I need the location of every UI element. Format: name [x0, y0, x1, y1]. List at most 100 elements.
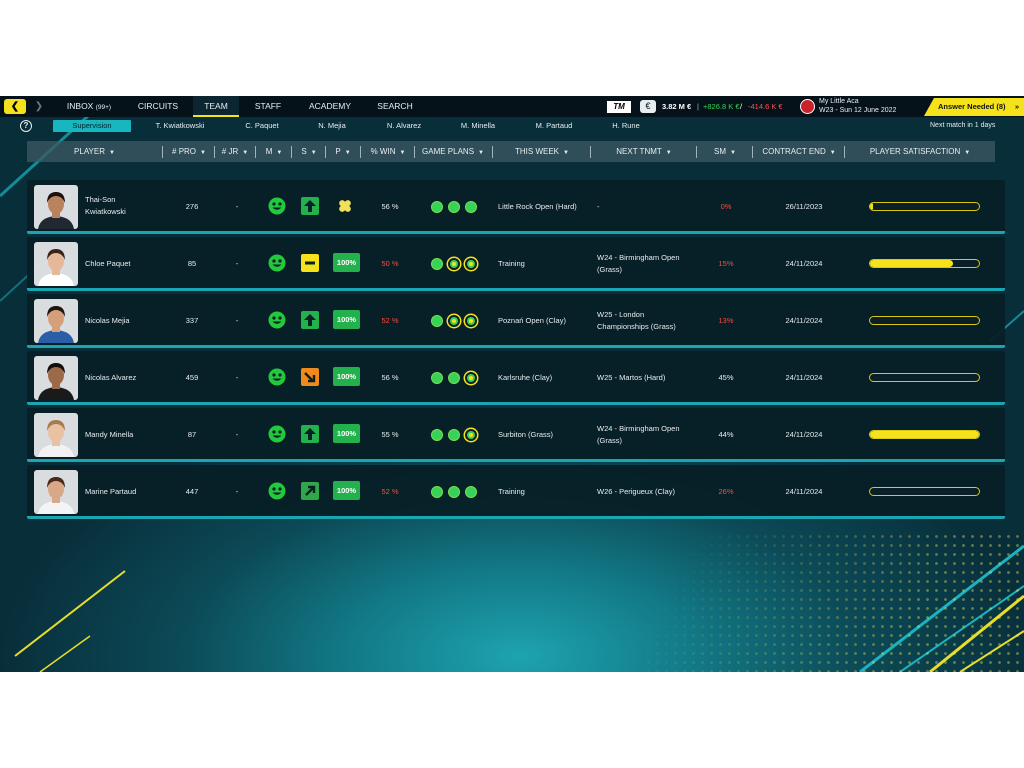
player-row[interactable]: Mandy Minella 87 - 100% 55 % Surbiton (Grass)… — [27, 408, 1005, 462]
next-match-info: Next match in 1 days — [930, 122, 996, 129]
column-divider — [360, 146, 361, 158]
column-p-label: P — [335, 147, 341, 156]
sm-value: 13% — [718, 316, 734, 325]
tab-circuits[interactable]: CIRCUITS — [128, 96, 188, 117]
game-plans-indicators — [431, 201, 481, 213]
jr-rank: - — [235, 259, 239, 268]
player-row[interactable]: Marine Partaud 447 - 100% 52 % Training W26 - … — [27, 465, 1005, 519]
column-player[interactable]: PLAYER ▼ — [27, 141, 162, 162]
trend-flat-icon — [301, 254, 319, 272]
sort-arrow-icon: ▼ — [829, 150, 836, 156]
this-week-event: Little Rock Open (Hard) — [498, 202, 577, 211]
subtab-kwiatkowski[interactable]: T. Kwiatkowski — [143, 120, 217, 132]
trend-down-right-icon — [301, 368, 319, 386]
trend-up-icon — [301, 425, 319, 443]
next-tournament: - — [597, 202, 600, 211]
pro-rank: 337 — [185, 316, 199, 325]
background-dots — [644, 532, 1024, 672]
column-contract-end[interactable]: CONTRACT END ▼ — [754, 141, 844, 162]
column-divider — [291, 146, 292, 158]
sort-arrow-icon: ▼ — [200, 150, 206, 156]
next-tournament-line2: (Grass) — [597, 436, 622, 445]
column-this-week[interactable]: THIS WEEK ▼ — [494, 141, 590, 162]
subtab-alvarez[interactable]: N. Alvarez — [372, 120, 436, 132]
tab-team[interactable]: TEAM — [193, 96, 239, 117]
tab-search[interactable]: SEARCH — [370, 96, 420, 117]
tab-inbox[interactable]: INBOX (99+) — [56, 96, 122, 117]
column-sm-label: SM — [714, 147, 727, 156]
satisfaction-bar-fill — [870, 203, 874, 210]
club-logo-icon[interactable] — [800, 99, 815, 114]
player-row[interactable]: Chloe Paquet 85 - 100% 50 % Training W24 - Bir… — [27, 237, 1005, 291]
subtab-mejia[interactable]: N. Mejia — [302, 120, 362, 132]
column-game-plans[interactable]: GAME PLANS ▼ — [416, 141, 490, 162]
tab-staff[interactable]: STAFF — [245, 96, 291, 117]
tab-academy[interactable]: ACADEMY — [300, 96, 360, 117]
column-divider — [696, 146, 697, 158]
player-avatar — [34, 185, 78, 229]
sort-arrow-icon: ▼ — [242, 150, 249, 156]
back-arrow-icon[interactable]: ❮ — [4, 99, 26, 114]
satisfaction-bar — [869, 430, 980, 439]
help-icon[interactable]: ? — [20, 120, 32, 132]
sort-arrow-icon: ▼ — [399, 150, 406, 156]
column-pro-rank[interactable]: # PRO ▼ — [164, 141, 214, 162]
next-tournament-line1: W25 - London — [597, 310, 645, 319]
inbox-count-badge: (99+) — [95, 104, 112, 111]
jr-rank: - — [235, 202, 239, 211]
player-row[interactable]: Nicolas Alvarez 459 - 100% 56 % Karlsruhe (Cl… — [27, 351, 1005, 405]
game-plan-dot-icon — [448, 372, 460, 384]
column-divider — [414, 146, 415, 158]
game-plan-dot-icon — [448, 315, 460, 327]
finance-income: +826.8 K € — [703, 102, 740, 111]
sm-value: 45% — [718, 373, 734, 382]
win-percentage: 52 % — [381, 316, 399, 325]
game-plan-dot-icon — [431, 201, 443, 213]
player-row[interactable]: Thai-Son Kwiatkowski 276 - 56 % Little Rock O… — [27, 180, 1005, 234]
game-plan-dot-icon — [465, 486, 477, 498]
subtab-paquet[interactable]: C. Paquet — [230, 120, 294, 132]
subtab-rune[interactable]: H. Rune — [596, 120, 656, 132]
player-row[interactable]: Nicolas Mejia 337 - 100% 52 % Poznań Open (Cl… — [27, 294, 1005, 348]
column-win[interactable]: % WIN ▼ — [362, 141, 414, 162]
sort-arrow-icon: ▼ — [478, 150, 484, 156]
column-next-tnmt[interactable]: NEXT TNMT ▼ — [592, 141, 696, 162]
column-shape[interactable]: S ▼ — [293, 141, 325, 162]
subtab-supervision[interactable]: Supervision — [53, 120, 131, 132]
finance-balance: 3.82 M € — [662, 102, 692, 111]
game-plan-dot-icon — [465, 372, 477, 384]
game-plan-dot-icon — [465, 258, 477, 270]
p-value-badge: 100% — [333, 424, 360, 443]
column-p[interactable]: P ▼ — [327, 141, 359, 162]
satisfaction-bar — [869, 202, 980, 211]
win-percentage: 52 % — [381, 487, 399, 496]
column-sm[interactable]: SM ▼ — [698, 141, 752, 162]
column-player-label: PLAYER — [74, 147, 106, 156]
current-date: W23 - Sun 12 June 2022 — [819, 106, 897, 114]
column-jr-rank[interactable]: # JR ▼ — [216, 141, 254, 162]
subtab-minella[interactable]: M. Minella — [446, 120, 510, 132]
jr-rank: - — [235, 430, 239, 439]
happy-face-icon — [268, 311, 286, 329]
wallet-icon: € — [640, 100, 656, 113]
contract-end-date: 24/11/2024 — [785, 259, 823, 268]
club-info[interactable]: My Little Aca W23 - Sun 12 June 2022 — [819, 98, 896, 115]
game-plans-indicators — [431, 429, 481, 441]
game-plan-dot-icon — [431, 315, 443, 327]
satisfaction-bar — [869, 259, 980, 268]
sort-arrow-icon: ▼ — [964, 150, 971, 156]
tab-inbox-label: INBOX — [66, 101, 94, 111]
answer-needed-button[interactable]: Answer Needed (8) » — [924, 98, 1024, 116]
jr-rank: - — [235, 487, 239, 496]
column-morale[interactable]: M ▼ — [257, 141, 291, 162]
satisfaction-bar-fill — [870, 260, 953, 267]
column-player-satisfaction[interactable]: PLAYER SATISFACTION ▼ — [846, 141, 994, 162]
forward-arrow-icon[interactable]: ❯ — [32, 99, 46, 114]
sort-arrow-icon: ▼ — [310, 150, 317, 156]
column-divider — [214, 146, 215, 158]
subtab-partaud[interactable]: M. Partaud — [522, 120, 586, 132]
contract-end-date: 26/11/2023 — [785, 202, 823, 211]
double-chevron-icon: » — [1014, 102, 1019, 111]
column-satisfaction-label: PLAYER SATISFACTION — [869, 147, 961, 156]
this-week-event: Surbiton (Grass) — [498, 430, 554, 439]
